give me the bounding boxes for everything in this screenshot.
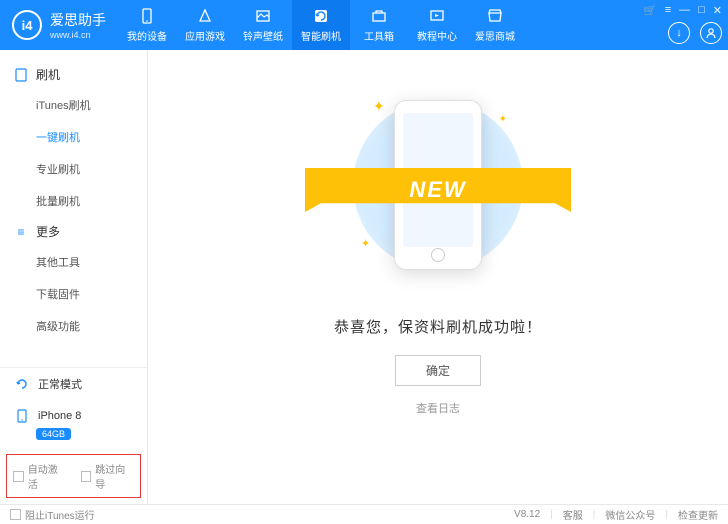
mode-row[interactable]: 正常模式 [0, 368, 147, 400]
ok-button[interactable]: 确定 [395, 355, 481, 386]
nav-tutorials[interactable]: 教程中心 [408, 0, 466, 50]
nav-store[interactable]: 爱思商城 [466, 0, 524, 50]
top-nav: 我的设备 应用游戏 铃声壁纸 智能刷机 工具箱 教程中心 爱思商城 [118, 0, 524, 50]
device-small-icon [14, 408, 30, 424]
tutorial-icon [428, 7, 446, 25]
wechat-link[interactable]: 微信公众号 [605, 507, 655, 522]
store-icon [486, 7, 504, 25]
cart-icon[interactable]: 🛒 [643, 4, 657, 17]
sidebar-item-advanced[interactable]: 高级功能 [0, 310, 147, 342]
logo-icon: i4 [12, 10, 42, 40]
sidebar-item-othertools[interactable]: 其他工具 [0, 246, 147, 278]
sidebar-item-batch[interactable]: 批量刷机 [0, 185, 147, 217]
sidebar-item-itunes[interactable]: iTunes刷机 [0, 89, 147, 121]
success-illustration: ✦ ✦ ✦ NEW [333, 80, 543, 290]
sidebar-item-oneclick[interactable]: 一键刷机 [0, 121, 147, 153]
checkbox-auto-activate[interactable]: 自动激活 [13, 461, 67, 491]
nav-apps[interactable]: 应用游戏 [176, 0, 234, 50]
phone-icon [14, 68, 28, 82]
close-button[interactable]: ✕ [713, 4, 722, 17]
sidebar-group-flash[interactable]: 刷机 [0, 60, 147, 89]
version-label: V8.12 [514, 509, 540, 520]
download-button[interactable]: ↓ [668, 22, 690, 44]
checkbox-skip-guide[interactable]: 跳过向导 [81, 461, 135, 491]
nav-my-device[interactable]: 我的设备 [118, 0, 176, 50]
logo-area: i4 爱思助手 www.i4.cn [0, 10, 118, 40]
app-url: www.i4.cn [50, 30, 106, 40]
nav-flash[interactable]: 智能刷机 [292, 0, 350, 50]
maximize-button[interactable]: □ [698, 4, 705, 17]
activation-options: 自动激活 跳过向导 [6, 454, 141, 498]
wallpaper-icon [254, 7, 272, 25]
apps-icon [196, 7, 214, 25]
flash-icon [312, 7, 330, 25]
toolbox-icon [370, 7, 388, 25]
support-link[interactable]: 客服 [563, 507, 583, 522]
success-message: 恭喜您，保资料刷机成功啦！ [334, 316, 542, 337]
refresh-icon [14, 376, 30, 392]
main-content: ✦ ✦ ✦ NEW 恭喜您，保资料刷机成功啦！ 确定 查看日志 [148, 50, 728, 504]
device-row[interactable]: iPhone 8 64GB [0, 400, 147, 450]
view-log-link[interactable]: 查看日志 [416, 400, 460, 416]
sidebar-item-pro[interactable]: 专业刷机 [0, 153, 147, 185]
minimize-button[interactable]: — [679, 4, 690, 17]
window-controls: 🛒 ≡ — □ ✕ [643, 4, 722, 17]
nav-tools[interactable]: 工具箱 [350, 0, 408, 50]
header-right: ↓ [668, 22, 722, 44]
app-header: i4 爱思助手 www.i4.cn 我的设备 应用游戏 铃声壁纸 智能刷机 工具… [0, 0, 728, 50]
sidebar-group-more[interactable]: ≡ 更多 [0, 217, 147, 246]
storage-badge: 64GB [36, 428, 71, 440]
update-link[interactable]: 检查更新 [678, 507, 718, 522]
checkbox-block-itunes[interactable]: 阻止iTunes运行 [10, 507, 95, 522]
footer: 阻止iTunes运行 V8.12 | 客服 | 微信公众号 | 检查更新 [0, 504, 728, 524]
app-name: 爱思助手 [50, 10, 106, 30]
sidebar: 刷机 iTunes刷机 一键刷机 专业刷机 批量刷机 ≡ 更多 其他工具 下载固… [0, 50, 148, 504]
user-button[interactable] [700, 22, 722, 44]
device-icon [138, 7, 156, 25]
sidebar-item-download[interactable]: 下载固件 [0, 278, 147, 310]
more-icon: ≡ [14, 225, 28, 239]
nav-ringtones[interactable]: 铃声壁纸 [234, 0, 292, 50]
menu-icon[interactable]: ≡ [665, 4, 671, 17]
